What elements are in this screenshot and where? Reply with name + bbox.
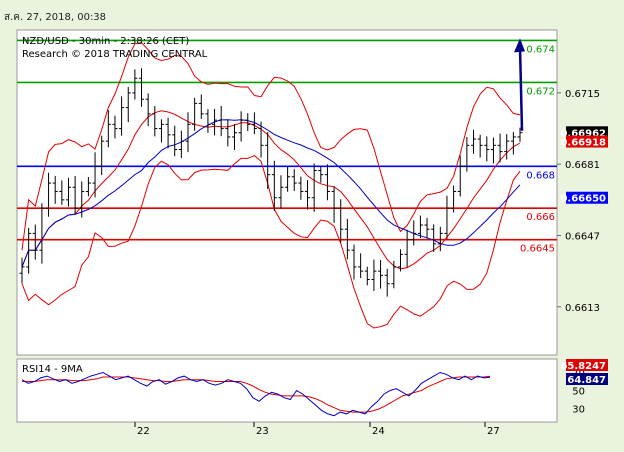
rsi-tick-label: 30 [572, 405, 585, 416]
x-tick-label: 24 [372, 426, 385, 437]
rsi-tag-label: 65.8247 [560, 361, 606, 372]
price-tag-label: 0.66918 [560, 138, 606, 149]
y-tick-label: 0.6681 [565, 160, 600, 171]
rsi-label: RSI14 - 9MA [22, 364, 83, 375]
x-tick-label: 23 [256, 426, 269, 437]
level-label: 0.672 [526, 86, 555, 97]
main-panel [16, 29, 558, 356]
level-label: 0.666 [526, 212, 555, 223]
rsi-panel [16, 358, 558, 423]
level-label: 0.668 [526, 170, 555, 181]
x-tick-label: 27 [487, 426, 500, 437]
chart-subtitle: Research © 2018 TRADING CENTRAL [22, 49, 208, 60]
x-tick-label: 22 [137, 426, 150, 437]
chart-canvas: 0.674 0.672 0.668 0.666 0.6645 0.6715 0.6681 0… [16, 29, 608, 437]
y-tick-label: 0.6715 [565, 89, 600, 100]
rsi-tag-label: 64.847 [567, 375, 606, 386]
price-tag-label: 0.66650 [560, 194, 606, 205]
level-label: 0.6645 [520, 244, 555, 255]
y-tick-label: 0.6613 [565, 303, 600, 314]
chart-title: NZD/USD - 30min - 2:38:26 (CET) [22, 36, 189, 47]
rsi-tick-label: 50 [572, 387, 585, 398]
level-label: 0.674 [526, 44, 555, 55]
y-tick-label: 0.6647 [565, 231, 600, 242]
